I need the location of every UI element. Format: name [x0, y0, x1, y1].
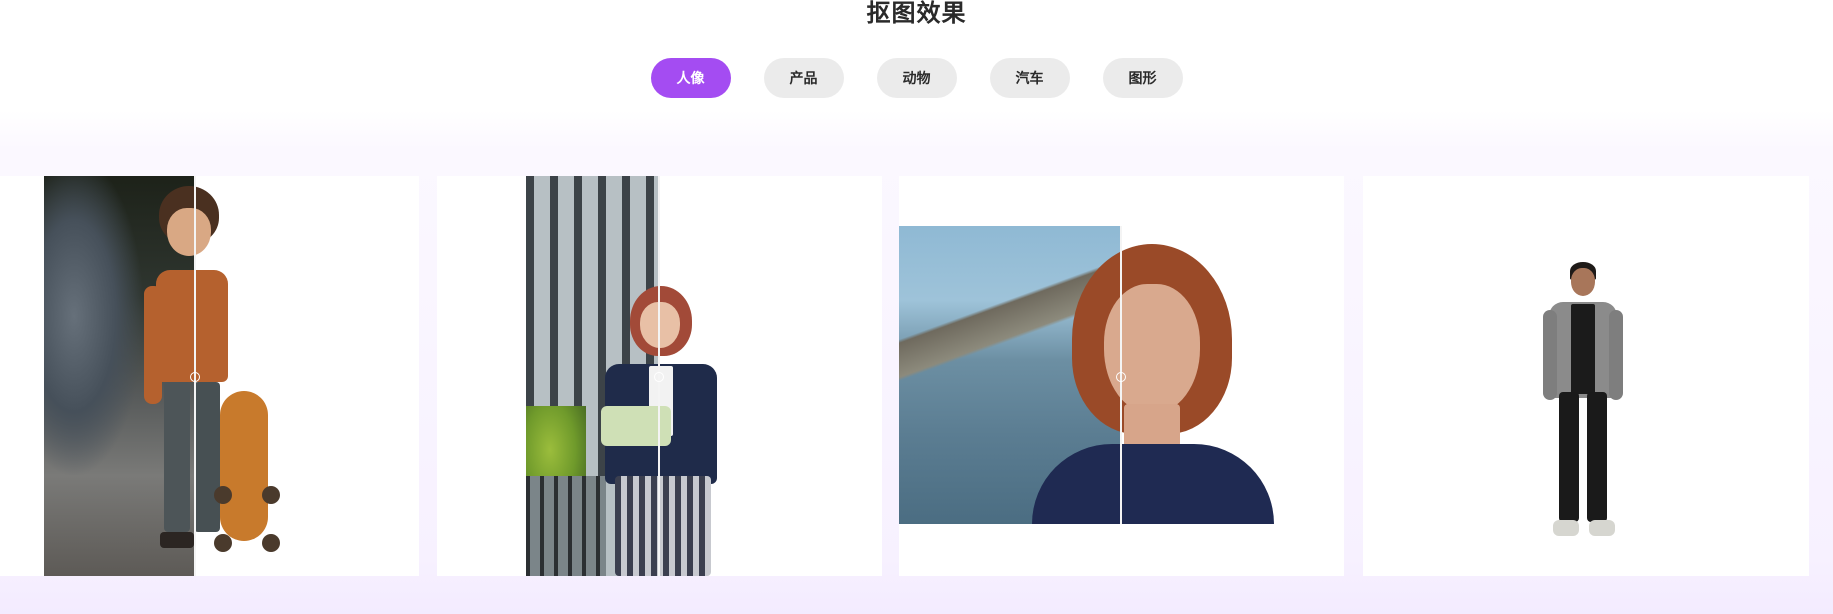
boy-subject-image: [144, 186, 310, 566]
compare-slider-handle[interactable]: [654, 372, 664, 382]
woman-subject-image: [1032, 244, 1274, 524]
category-tabs: 人像 产品 动物 汽车 图形: [0, 58, 1833, 98]
tab-animal[interactable]: 动物: [876, 58, 957, 98]
section-title: 抠图效果: [866, 0, 967, 27]
original-photo-railing: [526, 476, 606, 576]
compare-slider-handle[interactable]: [1116, 372, 1126, 382]
compare-slider-handle[interactable]: [190, 372, 200, 382]
girl-subject-image: [597, 286, 737, 576]
cutout-comparison-card: [437, 176, 882, 576]
cutout-comparison-card: [899, 176, 1344, 576]
tab-portrait[interactable]: 人像: [650, 58, 731, 98]
tab-car[interactable]: 汽车: [989, 58, 1070, 98]
cutout-comparison-card: [0, 176, 419, 576]
tab-product[interactable]: 产品: [763, 58, 844, 98]
tab-graphic[interactable]: 图形: [1102, 58, 1183, 98]
man-subject-image: [1543, 262, 1623, 546]
cutout-result-card: [1363, 176, 1809, 576]
